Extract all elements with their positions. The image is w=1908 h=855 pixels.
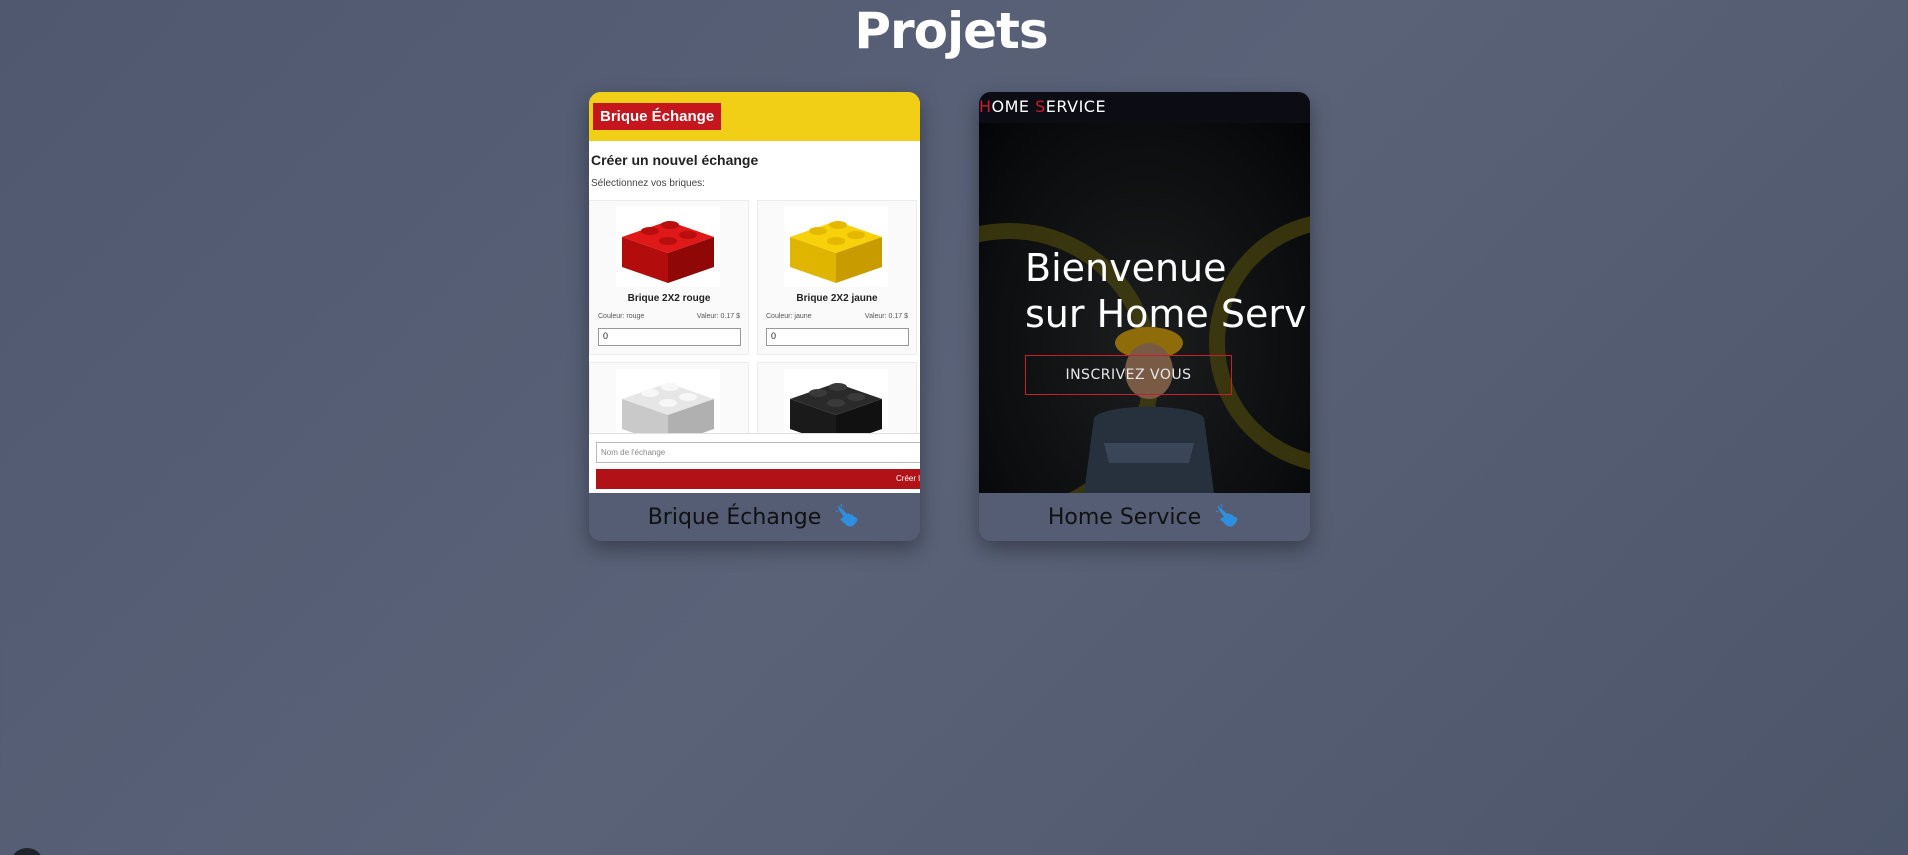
brick-name: Brique 2X2 jaune: [796, 293, 878, 304]
signup-button: INSCRIVEZ VOUS: [1025, 355, 1232, 395]
red-brick-image: [616, 207, 720, 287]
pointing-hand-icon: [836, 504, 858, 527]
brand-text: OME: [991, 97, 1036, 116]
brick-quantity-input: 0: [766, 328, 909, 346]
page-title: Projets: [854, 2, 1048, 60]
hero-title-line: sur Home Serv: [1025, 292, 1307, 336]
project-card-brique-echange[interactable]: Brique Échange Créer un nouvel échange S…: [589, 92, 920, 541]
yellow-brick-image: [784, 207, 888, 287]
preview-hero: Bienvenue sur Home Serv INSCRIVEZ VOUS: [979, 123, 1310, 493]
brick-tile: [589, 362, 749, 449]
corner-widget[interactable]: [10, 848, 44, 855]
hero-title: Bienvenue sur Home Serv: [1025, 245, 1307, 337]
project-card-home-service[interactable]: HOME SERVICE Bienvenue sur Home Serv INS…: [979, 92, 1310, 541]
preview-form-footer: Nom de l'échange Créer l'é: [589, 433, 920, 493]
project-name: Home Service: [1047, 504, 1202, 530]
brick-tile: Brique 2X2 jaune Couleur: jaune Valeur: …: [757, 200, 917, 355]
preview-brand-logo: Brique Échange: [593, 103, 722, 130]
project-card-footer[interactable]: Brique Échange: [589, 493, 920, 541]
project-preview-home-service: HOME SERVICE Bienvenue sur Home Serv INS…: [979, 92, 1310, 493]
hero-title-line: Bienvenue: [1025, 246, 1227, 290]
brand-letter: H: [979, 97, 992, 116]
brick-color: Couleur: rouge: [598, 313, 645, 320]
brick-meta: Couleur: rouge Valeur: 0.17 $: [598, 313, 740, 320]
project-preview-brique-echange: Brique Échange Créer un nouvel échange S…: [589, 92, 920, 493]
pointing-hand-icon: [1215, 504, 1238, 527]
brick-tile: Brique 2X2 rouge Couleur: rouge Valeur: …: [589, 200, 749, 355]
brand-text: ERVICE: [1045, 97, 1107, 116]
create-exchange-button: Créer l'é: [596, 469, 920, 489]
brick-quantity-input: 0: [598, 328, 741, 346]
preview-navbar: HOME SERVICE: [979, 92, 1310, 123]
project-card-footer[interactable]: Home Service: [979, 493, 1310, 541]
brick-value: Valeur: 0.17 $: [864, 313, 908, 320]
brick-color: Couleur: jaune: [766, 313, 812, 320]
exchange-name-field: Nom de l'échange: [596, 442, 920, 463]
brick-name: Brique 2X2 rouge: [627, 293, 711, 304]
preview-subheading: Sélectionnez vos briques:: [591, 178, 705, 189]
project-name: Brique Échange: [647, 504, 822, 530]
brand-letter: S: [1035, 97, 1046, 116]
brick-meta: Couleur: jaune Valeur: 0.17 $: [766, 313, 908, 320]
preview-heading: Créer un nouvel échange: [591, 152, 759, 168]
brick-tile: [757, 362, 917, 449]
brick-value: Valeur: 0.17 $: [696, 313, 740, 320]
